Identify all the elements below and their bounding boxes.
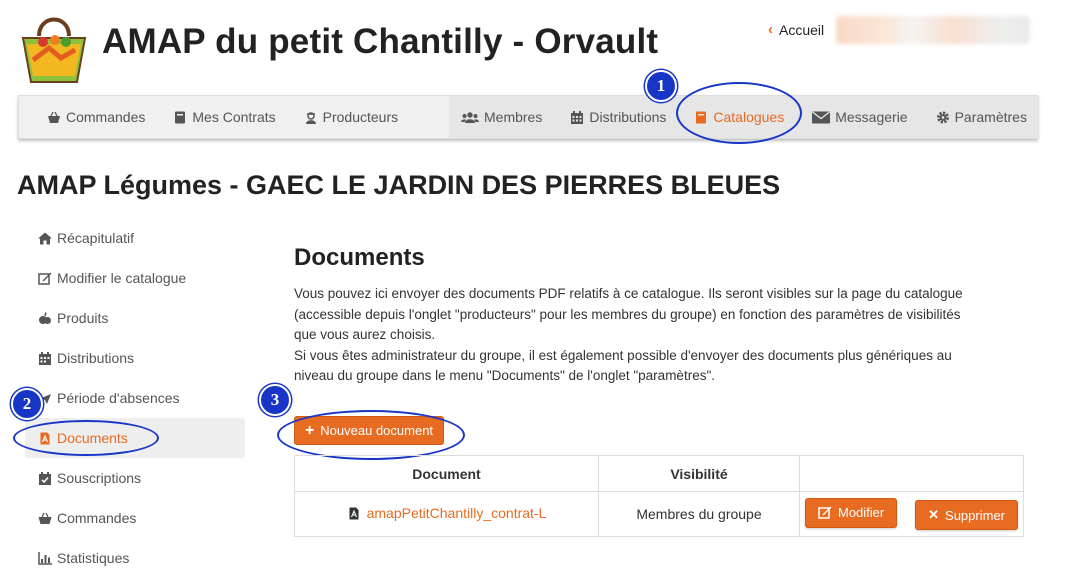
home-link[interactable]: ‹ Accueil — [768, 21, 824, 38]
documents-section: Documents Vous pouvez ici envoyer des do… — [294, 244, 1034, 387]
calendar-check-icon — [38, 471, 52, 485]
description-line: (accessible depuis l'onglet "producteurs… — [294, 306, 961, 322]
nav-item-producteurs[interactable]: Producteurs — [304, 109, 398, 125]
sidebar-item-label: Période d'absences — [57, 390, 180, 406]
delete-label: Supprimer — [945, 507, 1005, 523]
basket-icon — [47, 111, 61, 124]
annotation-badge-2: 2 — [11, 388, 43, 420]
nav-group-admin: Membres Distributions Catalogues Message… — [449, 96, 1039, 138]
pdf-file-icon — [347, 507, 361, 520]
user-account-blurred[interactable] — [836, 16, 1030, 44]
section-title: Documents — [294, 244, 425, 271]
home-icon — [38, 232, 52, 245]
calendar-icon — [38, 351, 52, 365]
new-document-button[interactable]: + Nouveau document — [294, 416, 444, 445]
sidebar-item-label: Produits — [57, 310, 109, 326]
nav-item-label: Paramètres — [954, 109, 1027, 125]
sidebar-item-label: Souscriptions — [57, 470, 142, 486]
nav-item-label: Mes Contrats — [192, 109, 276, 125]
edit-icon — [38, 272, 52, 285]
chart-icon — [38, 551, 52, 565]
fruit-icon — [38, 311, 52, 325]
calendar-icon — [570, 110, 584, 124]
column-header-document: Document — [294, 455, 599, 492]
nav-item-commandes[interactable]: Commandes — [47, 109, 145, 125]
basket-icon — [38, 512, 52, 525]
book-icon — [173, 111, 187, 124]
nav-group-member: Commandes Mes Contrats Producteurs — [19, 96, 426, 138]
edit-icon — [818, 506, 832, 519]
nav-item-label: Distributions — [589, 109, 667, 125]
sidebar-item-documents[interactable]: Documents — [25, 418, 245, 458]
sidebar-item-label: Récapitulatif — [57, 230, 135, 246]
sidebar-item-label: Documents — [57, 430, 128, 446]
delete-document-button[interactable]: ✕ Supprimer — [915, 500, 1018, 531]
description-line: Vous pouvez ici envoyer des documents PD… — [294, 286, 963, 301]
sidebar-item-label: Commandes — [57, 510, 137, 526]
catalog-sidebar: Récapitulatif Modifier le catalogue Prod… — [25, 218, 245, 576]
documents-table: Document Visibilité amapPetitChantilly_c… — [294, 455, 1024, 537]
app-title: AMAP du petit Chantilly - Orvault — [102, 22, 659, 61]
page-title: AMAP Légumes - GAEC LE JARDIN DES PIERRE… — [17, 170, 781, 200]
nav-item-label: Catalogues — [713, 109, 785, 125]
pdf-icon — [38, 432, 52, 445]
annotation-badge-3: 3 — [259, 384, 291, 416]
document-name: amapPetitChantilly_contrat-L — [366, 505, 547, 522]
sidebar-item-distributions[interactable]: Distributions — [25, 338, 245, 378]
sidebar-item-produits[interactable]: Produits — [25, 298, 245, 338]
gear-icon — [936, 111, 950, 124]
visibility-cell: Membres du groupe — [598, 491, 800, 537]
sidebar-item-label: Modifier le catalogue — [57, 270, 187, 286]
main-navbar: Commandes Mes Contrats Producteurs Membr… — [18, 95, 1039, 139]
close-icon: ✕ — [928, 507, 940, 523]
sidebar-item-recapitulatif[interactable]: Récapitulatif — [25, 218, 245, 258]
table-header-row: Document Visibilité — [294, 455, 1024, 492]
table-row: amapPetitChantilly_contrat-L Membres du … — [294, 491, 1024, 537]
sidebar-item-commandes[interactable]: Commandes — [25, 498, 245, 538]
nav-item-label: Membres — [484, 109, 543, 125]
nav-item-mes-contrats[interactable]: Mes Contrats — [173, 109, 276, 125]
actions-cell: Modifier ✕ Supprimer — [799, 491, 1024, 537]
nav-item-catalogues[interactable]: Catalogues — [694, 109, 784, 125]
column-header-actions — [799, 455, 1024, 492]
document-cell: amapPetitChantilly_contrat-L — [294, 491, 599, 537]
amap-logo[interactable] — [19, 10, 89, 86]
new-document-label: Nouveau document — [320, 423, 434, 438]
nav-item-messagerie[interactable]: Messagerie — [812, 109, 908, 125]
plus-icon: + — [304, 421, 315, 439]
chevron-left-icon: ‹ — [768, 21, 773, 38]
home-label: Accueil — [779, 21, 825, 38]
sidebar-item-periode-absences[interactable]: Période d'absences — [25, 378, 245, 418]
sidebar-item-modifier-catalogue[interactable]: Modifier le catalogue — [25, 258, 245, 298]
nav-item-membres[interactable]: Membres — [461, 109, 542, 125]
documents-description: Vous pouvez ici envoyer des documents PD… — [294, 284, 1014, 387]
edit-label: Modifier — [837, 505, 885, 521]
nav-item-distributions[interactable]: Distributions — [570, 109, 666, 125]
sidebar-item-statistiques[interactable]: Statistiques — [25, 538, 245, 576]
edit-document-button[interactable]: Modifier — [804, 497, 898, 528]
users-icon — [461, 111, 479, 124]
farmer-icon — [304, 111, 318, 124]
description-line: niveau du groupe dans le menu "Documents… — [294, 368, 715, 383]
annotation-badge-1: 1 — [645, 70, 677, 102]
sidebar-item-souscriptions[interactable]: Souscriptions — [25, 458, 245, 498]
sidebar-item-label: Statistiques — [57, 550, 130, 566]
nav-item-label: Messagerie — [835, 109, 908, 125]
nav-item-parametres[interactable]: Paramètres — [936, 109, 1027, 125]
document-link[interactable]: amapPetitChantilly_contrat-L — [347, 505, 547, 522]
book-icon — [694, 111, 708, 124]
sidebar-item-label: Distributions — [57, 350, 135, 366]
envelope-icon — [812, 110, 831, 124]
description-line: que vous aurez choisis. — [294, 327, 436, 342]
nav-item-label: Commandes — [66, 109, 146, 125]
column-header-visibilite: Visibilité — [598, 455, 800, 492]
nav-item-label: Producteurs — [322, 109, 399, 125]
description-line: Si vous êtes administrateur du groupe, i… — [294, 347, 952, 363]
